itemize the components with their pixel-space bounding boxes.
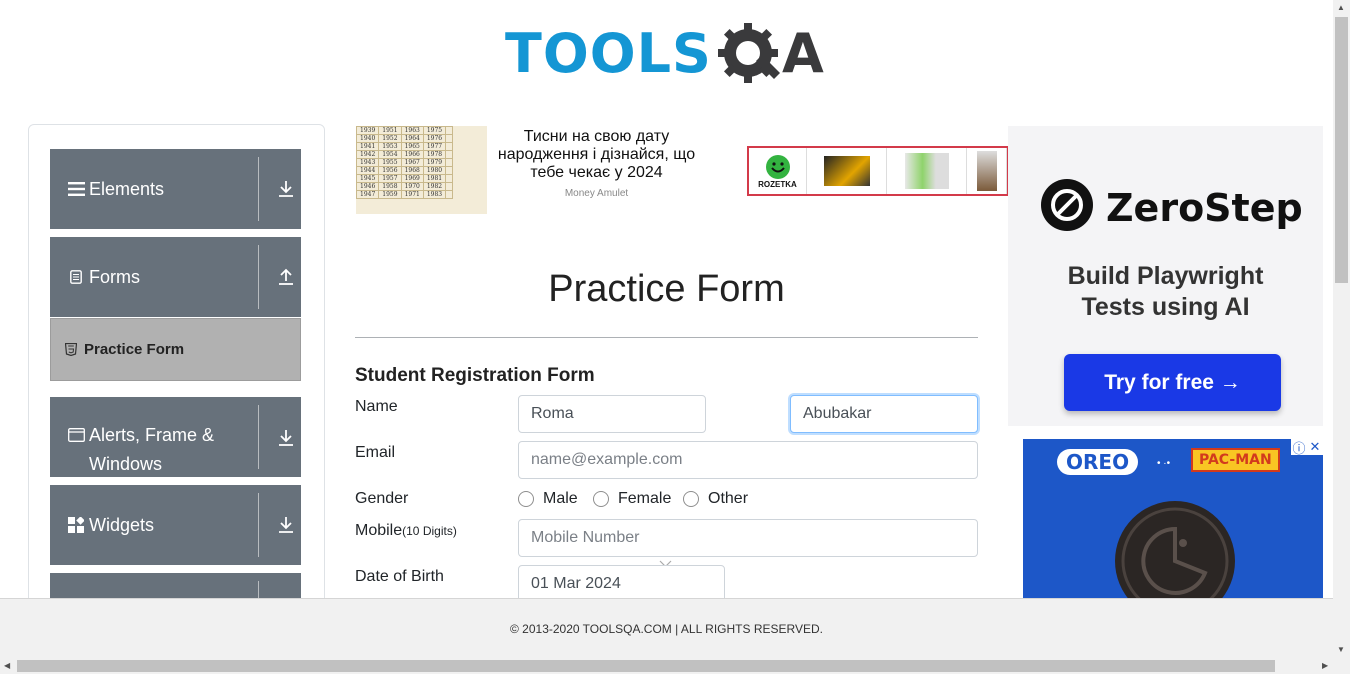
oreo-logo: OREO bbox=[1057, 449, 1139, 475]
name-label: Name bbox=[355, 398, 398, 415]
monitor-image bbox=[807, 148, 887, 194]
zerostep-name: ZeroStep bbox=[1106, 185, 1303, 230]
pacman-logo: PAC-MAN bbox=[1191, 448, 1280, 472]
radio-circle[interactable] bbox=[593, 491, 609, 507]
gender-radio-male[interactable]: Male bbox=[518, 490, 578, 508]
advertisement-birthdate[interactable]: 1939 1951 1963 1975 1940 1952 1964 1976 1941 19… bbox=[356, 126, 706, 214]
ad-headline: Тисни на свою дату народження і дізнайся… bbox=[497, 128, 696, 181]
vertical-scroll-thumb[interactable] bbox=[1335, 17, 1348, 283]
first-name-input[interactable]: Roma bbox=[518, 395, 706, 433]
advertisement-rozetka[interactable]: ROZETKA bbox=[747, 146, 1009, 196]
email-input[interactable]: name@example.com bbox=[518, 441, 978, 479]
ad-sponsor: Money Amulet bbox=[564, 188, 629, 199]
sidebar-group-label: Widgets bbox=[89, 514, 155, 535]
divider bbox=[355, 337, 978, 338]
sidebar-group-label: Forms bbox=[89, 266, 140, 287]
document-icon bbox=[67, 270, 85, 284]
html5-icon bbox=[65, 343, 77, 356]
sidebar-group-forms[interactable]: Forms bbox=[50, 237, 301, 317]
scroll-left-icon[interactable]: ◀ bbox=[4, 661, 10, 670]
upload-icon[interactable] bbox=[271, 268, 301, 286]
page-title: Practice Form bbox=[548, 268, 785, 310]
gender-radio-female[interactable]: Female bbox=[593, 490, 671, 508]
calendar-years-image: 1939 1951 1963 1975 1940 1952 1964 1976 1941 19… bbox=[356, 126, 487, 214]
widgets-icon bbox=[67, 517, 85, 533]
download-icon[interactable] bbox=[271, 429, 301, 447]
advertisement-zerostep[interactable]: ZeroStep Build Playwright Tests using AI… bbox=[1008, 126, 1323, 426]
gender-label: Gender bbox=[355, 490, 409, 507]
appliance-image bbox=[967, 148, 1007, 194]
mobile-label: Mobile(10 Digits) bbox=[355, 522, 457, 539]
mobile-hint: (10 Digits) bbox=[402, 524, 457, 538]
logo-text: TOOLS bbox=[505, 21, 712, 85]
sidebar-group-alerts[interactable]: Alerts, Frame & Windows bbox=[50, 397, 301, 477]
close-icon[interactable]: ✕ bbox=[1307, 439, 1323, 455]
last-name-input[interactable]: Abubakar bbox=[790, 395, 978, 433]
download-icon[interactable] bbox=[271, 180, 301, 198]
hamburger-icon bbox=[67, 182, 85, 196]
sidebar-group-widgets[interactable]: Widgets bbox=[50, 485, 301, 565]
scroll-right-icon[interactable]: ▶ bbox=[1322, 661, 1328, 670]
footer: © 2013-2020 TOOLSQA.COM | ALL RIGHTS RES… bbox=[0, 598, 1333, 658]
sidebar-item-practice-form[interactable]: Practice Form bbox=[50, 318, 301, 381]
gender-radio-other[interactable]: Other bbox=[683, 490, 748, 508]
logo-text-end: A bbox=[781, 21, 824, 85]
ad-info-icon[interactable]: ⓘ bbox=[1291, 439, 1307, 456]
cookie-image bbox=[1113, 499, 1237, 599]
download-icon[interactable] bbox=[271, 516, 301, 534]
vertical-scrollbar[interactable]: ▲ ▼ bbox=[1333, 0, 1350, 658]
horizontal-scrollbar[interactable]: ◀ ▶ bbox=[0, 658, 1350, 674]
chairs-image bbox=[887, 148, 967, 194]
horizontal-scroll-thumb[interactable] bbox=[17, 660, 1275, 672]
dob-label: Date of Birth bbox=[355, 568, 444, 585]
radio-circle[interactable] bbox=[518, 491, 534, 507]
window-icon bbox=[67, 428, 85, 442]
advertisement-oreo[interactable]: ⓘ ✕ OREO • ·• PAC-MAN bbox=[1023, 439, 1323, 599]
form-subtitle: Student Registration Form bbox=[355, 365, 595, 386]
sidebar-group-elements[interactable]: Elements bbox=[50, 149, 301, 229]
sidebar-item-label: Practice Form bbox=[84, 341, 185, 358]
rozetka-logo: ROZETKA bbox=[749, 148, 807, 194]
sidebar: Elements Forms Practice Form Alerts, Fra… bbox=[28, 124, 325, 604]
zerostep-tagline: Build Playwright Tests using AI bbox=[1067, 262, 1264, 321]
scroll-up-icon[interactable]: ▲ bbox=[1337, 3, 1345, 12]
gear-icon bbox=[716, 17, 788, 89]
scroll-down-icon[interactable]: ▼ bbox=[1337, 645, 1345, 654]
email-label: Email bbox=[355, 444, 396, 461]
sidebar-group-label: Alerts, Frame & Windows bbox=[89, 425, 215, 474]
zerostep-logo-icon bbox=[1040, 178, 1094, 237]
sidebar-group-label: Elements bbox=[89, 178, 165, 199]
try-for-free-button[interactable]: Try for free → bbox=[1064, 354, 1281, 411]
mobile-input[interactable]: Mobile Number bbox=[518, 519, 978, 557]
copyright-text: © 2013-2020 TOOLSQA.COM | ALL RIGHTS RES… bbox=[510, 621, 823, 636]
toolsqa-logo[interactable]: TOOLS A bbox=[505, 14, 835, 92]
radio-circle[interactable] bbox=[683, 491, 699, 507]
